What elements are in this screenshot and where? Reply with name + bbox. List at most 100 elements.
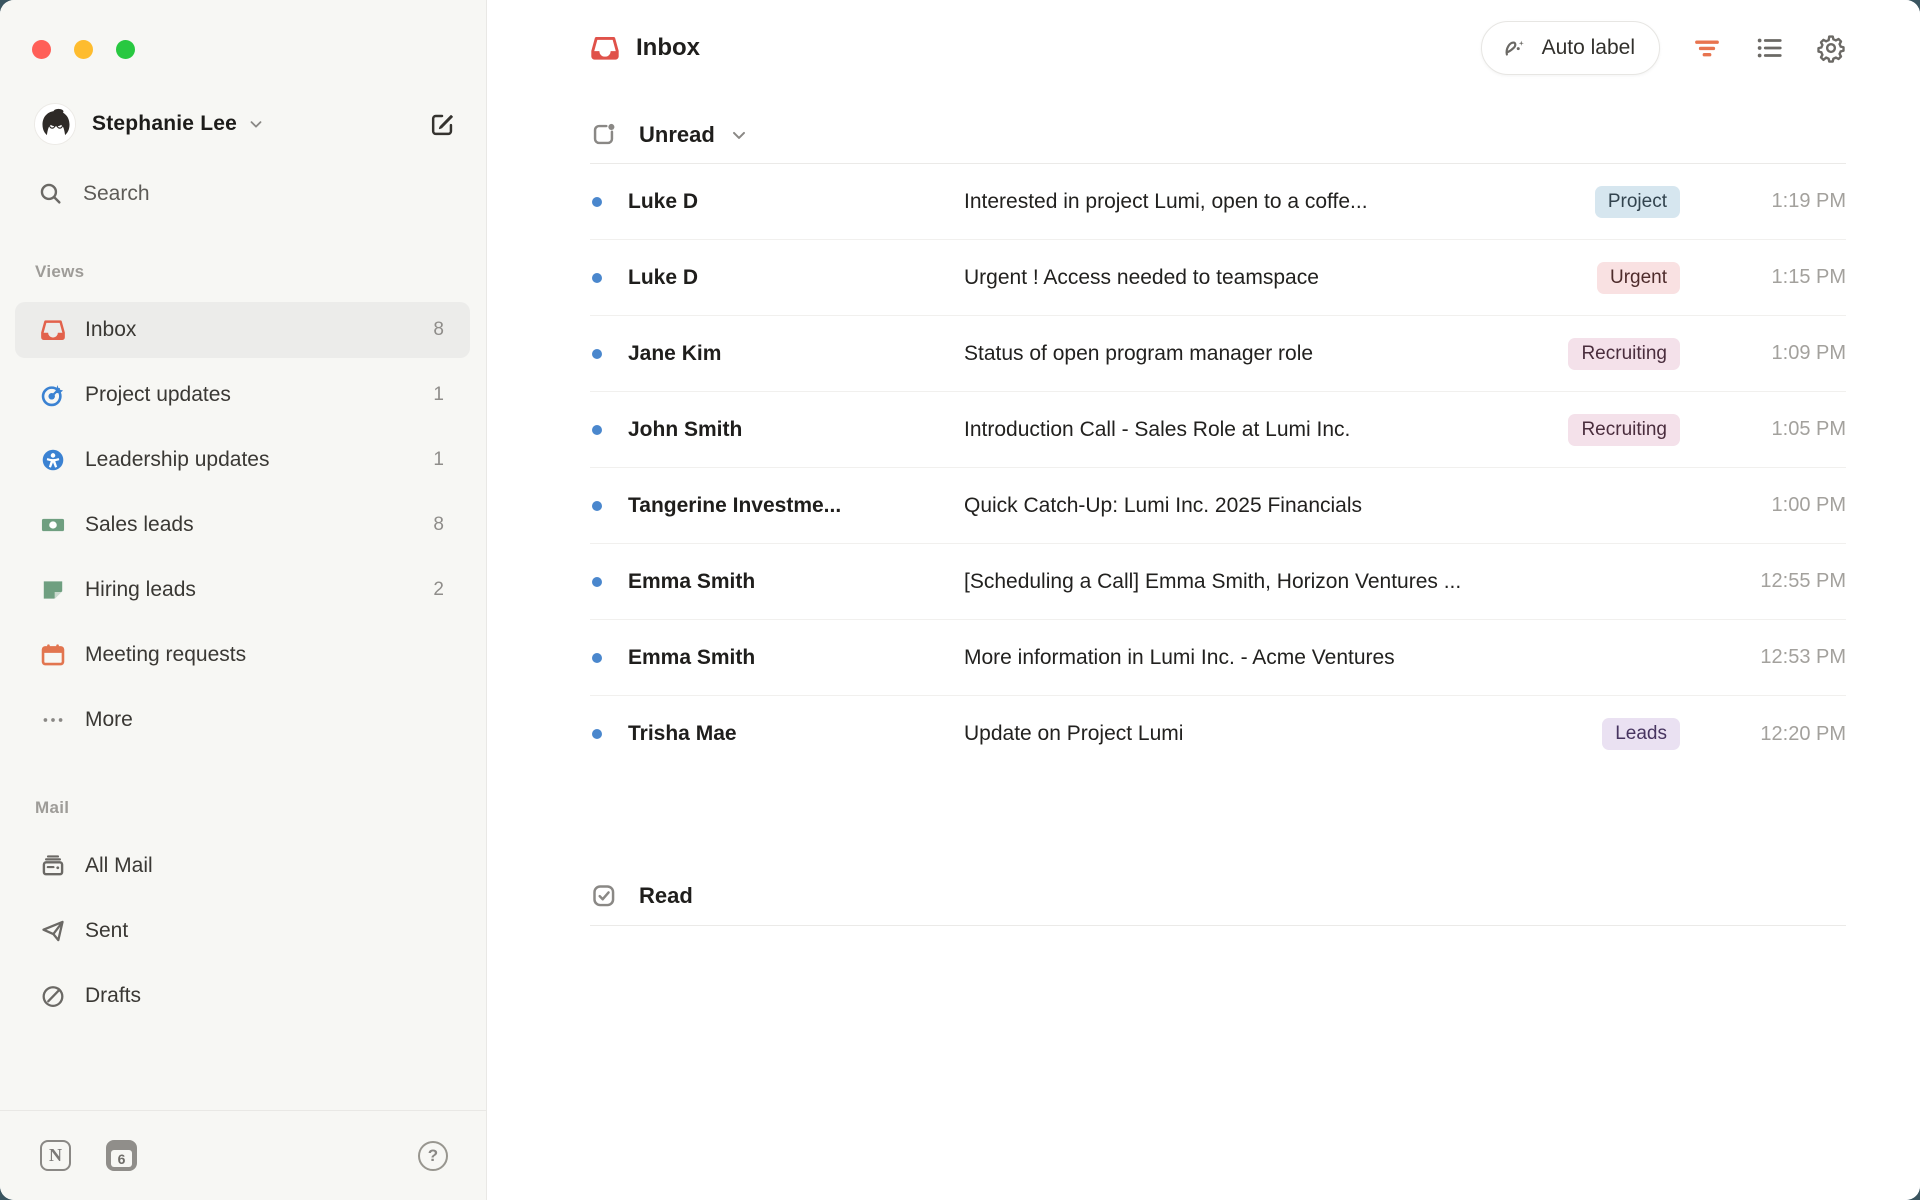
unread-count: 1 bbox=[433, 449, 444, 471]
list-view-icon[interactable] bbox=[1754, 33, 1784, 63]
unread-count: 8 bbox=[433, 319, 444, 341]
mail-list: All Mail Sent bbox=[0, 838, 486, 1024]
email-sender: Jane Kim bbox=[628, 342, 928, 366]
unread-count: 1 bbox=[433, 384, 444, 406]
email-row[interactable]: Luke D Interested in project Lumi, open … bbox=[590, 164, 1846, 240]
compose-button[interactable] bbox=[429, 111, 456, 138]
unread-dot bbox=[592, 273, 602, 283]
sidebar-item-label: Drafts bbox=[85, 984, 141, 1008]
main-panel: Inbox Auto label bbox=[487, 0, 1920, 1200]
mail-section-header: Mail bbox=[35, 798, 486, 818]
unread-section-header[interactable]: Unread bbox=[590, 106, 1846, 164]
sidebar-item-leadership-updates[interactable]: Leadership updates 1 bbox=[15, 432, 470, 488]
zoom-window-button[interactable] bbox=[116, 40, 135, 59]
filter-icon[interactable] bbox=[1692, 33, 1722, 63]
search-button[interactable]: Search bbox=[38, 181, 462, 206]
sidebar-item-label: Sent bbox=[85, 919, 128, 943]
close-window-button[interactable] bbox=[32, 40, 51, 59]
sidebar-item-all-mail[interactable]: All Mail bbox=[15, 838, 470, 894]
email-row[interactable]: Tangerine Investme... Quick Catch-Up: Lu… bbox=[590, 468, 1846, 544]
auto-label-pen-icon bbox=[1502, 35, 1528, 61]
sidebar-item-sent[interactable]: Sent bbox=[15, 903, 470, 959]
read-section-header[interactable]: Read bbox=[590, 866, 1846, 926]
unread-count: 2 bbox=[433, 579, 444, 601]
banknote-icon bbox=[40, 512, 66, 538]
notion-app-icon[interactable]: N bbox=[40, 1140, 71, 1171]
email-row[interactable]: Emma Smith More information in Lumi Inc.… bbox=[590, 620, 1846, 696]
email-row[interactable]: Emma Smith [Scheduling a Call] Emma Smit… bbox=[590, 544, 1846, 620]
email-time: 1:15 PM bbox=[1706, 266, 1846, 289]
email-time: 1:09 PM bbox=[1706, 342, 1846, 365]
email-sender: Trisha Mae bbox=[628, 722, 928, 746]
views-section-header: Views bbox=[35, 262, 486, 282]
sidebar-item-project-updates[interactable]: Project updates 1 bbox=[15, 367, 470, 423]
label-badge[interactable]: Urgent bbox=[1597, 262, 1680, 294]
label-badge[interactable]: Recruiting bbox=[1568, 338, 1680, 370]
email-row[interactable]: John Smith Introduction Call - Sales Rol… bbox=[590, 392, 1846, 468]
sidebar-item-hiring-leads[interactable]: Hiring leads 2 bbox=[15, 562, 470, 618]
unread-icon bbox=[590, 121, 617, 148]
sidebar-item-meeting-requests[interactable]: Meeting requests bbox=[15, 627, 470, 683]
email-subject: Status of open program manager role bbox=[964, 342, 1544, 366]
unread-dot bbox=[592, 425, 602, 435]
auto-label-button-label: Auto label bbox=[1542, 36, 1635, 60]
email-subject: [Scheduling a Call] Emma Smith, Horizon … bbox=[964, 570, 1680, 594]
avatar bbox=[34, 103, 76, 145]
help-button[interactable]: ? bbox=[418, 1141, 448, 1171]
app-window: Stephanie Lee Search Views bbox=[0, 0, 1920, 1200]
calendar-app-icon[interactable]: 6 bbox=[106, 1140, 137, 1171]
sidebar-item-label: More bbox=[85, 708, 133, 732]
sidebar-item-label: Leadership updates bbox=[85, 448, 269, 472]
email-row[interactable]: Luke D Urgent ! Access needed to teamspa… bbox=[590, 240, 1846, 316]
send-icon bbox=[40, 918, 66, 944]
unread-count: 8 bbox=[433, 514, 444, 536]
views-list: Inbox 8 Project updates 1 bbox=[0, 302, 486, 748]
label-badge[interactable]: Project bbox=[1595, 186, 1680, 218]
email-time: 12:55 PM bbox=[1706, 570, 1846, 593]
sidebar-footer: N 6 ? bbox=[0, 1110, 486, 1200]
label-badge[interactable]: Leads bbox=[1602, 718, 1680, 750]
email-time: 12:53 PM bbox=[1706, 646, 1846, 669]
unread-dot bbox=[592, 501, 602, 511]
email-sender: Luke D bbox=[628, 266, 928, 290]
email-sender: Emma Smith bbox=[628, 646, 928, 670]
email-subject: Urgent ! Access needed to teamspace bbox=[964, 266, 1573, 290]
unread-dot bbox=[592, 349, 602, 359]
email-sender: Tangerine Investme... bbox=[628, 494, 928, 518]
email-time: 12:20 PM bbox=[1706, 723, 1846, 746]
page-title: Inbox bbox=[636, 34, 700, 62]
unread-dot bbox=[592, 653, 602, 663]
sidebar-item-label: All Mail bbox=[85, 854, 153, 878]
person-circle-icon bbox=[40, 447, 66, 473]
label-badge[interactable]: Recruiting bbox=[1568, 414, 1680, 446]
email-time: 1:19 PM bbox=[1706, 190, 1846, 213]
account-switcher[interactable]: Stephanie Lee bbox=[34, 103, 456, 145]
email-row[interactable]: Jane Kim Status of open program manager … bbox=[590, 316, 1846, 392]
sidebar-item-label: Meeting requests bbox=[85, 643, 246, 667]
ellipsis-icon bbox=[40, 707, 66, 733]
email-sender: Luke D bbox=[628, 190, 928, 214]
auto-label-button[interactable]: Auto label bbox=[1481, 21, 1660, 75]
email-subject: Introduction Call - Sales Role at Lumi I… bbox=[964, 418, 1544, 442]
email-subject: More information in Lumi Inc. - Acme Ven… bbox=[964, 646, 1680, 670]
search-icon bbox=[38, 181, 63, 206]
sidebar-item-drafts[interactable]: Drafts bbox=[15, 968, 470, 1024]
sidebar-item-more[interactable]: More bbox=[15, 692, 470, 748]
user-name: Stephanie Lee bbox=[92, 112, 237, 136]
sidebar-item-label: Project updates bbox=[85, 383, 231, 407]
sidebar-item-inbox[interactable]: Inbox 8 bbox=[15, 302, 470, 358]
read-section-label: Read bbox=[639, 883, 693, 909]
minimize-window-button[interactable] bbox=[74, 40, 93, 59]
target-icon bbox=[40, 382, 66, 408]
email-subject: Quick Catch-Up: Lumi Inc. 2025 Financial… bbox=[964, 494, 1680, 518]
settings-gear-icon[interactable] bbox=[1816, 33, 1846, 63]
email-row[interactable]: Trisha Mae Update on Project Lumi Leads … bbox=[590, 696, 1846, 772]
sidebar-item-sales-leads[interactable]: Sales leads 8 bbox=[15, 497, 470, 553]
sidebar-item-label: Sales leads bbox=[85, 513, 194, 537]
note-icon bbox=[40, 577, 66, 603]
unread-dot bbox=[592, 577, 602, 587]
unread-section-label: Unread bbox=[639, 122, 715, 148]
search-label: Search bbox=[83, 182, 150, 206]
main-header: Inbox Auto label bbox=[590, 0, 1846, 96]
email-subject: Interested in project Lumi, open to a co… bbox=[964, 190, 1571, 214]
